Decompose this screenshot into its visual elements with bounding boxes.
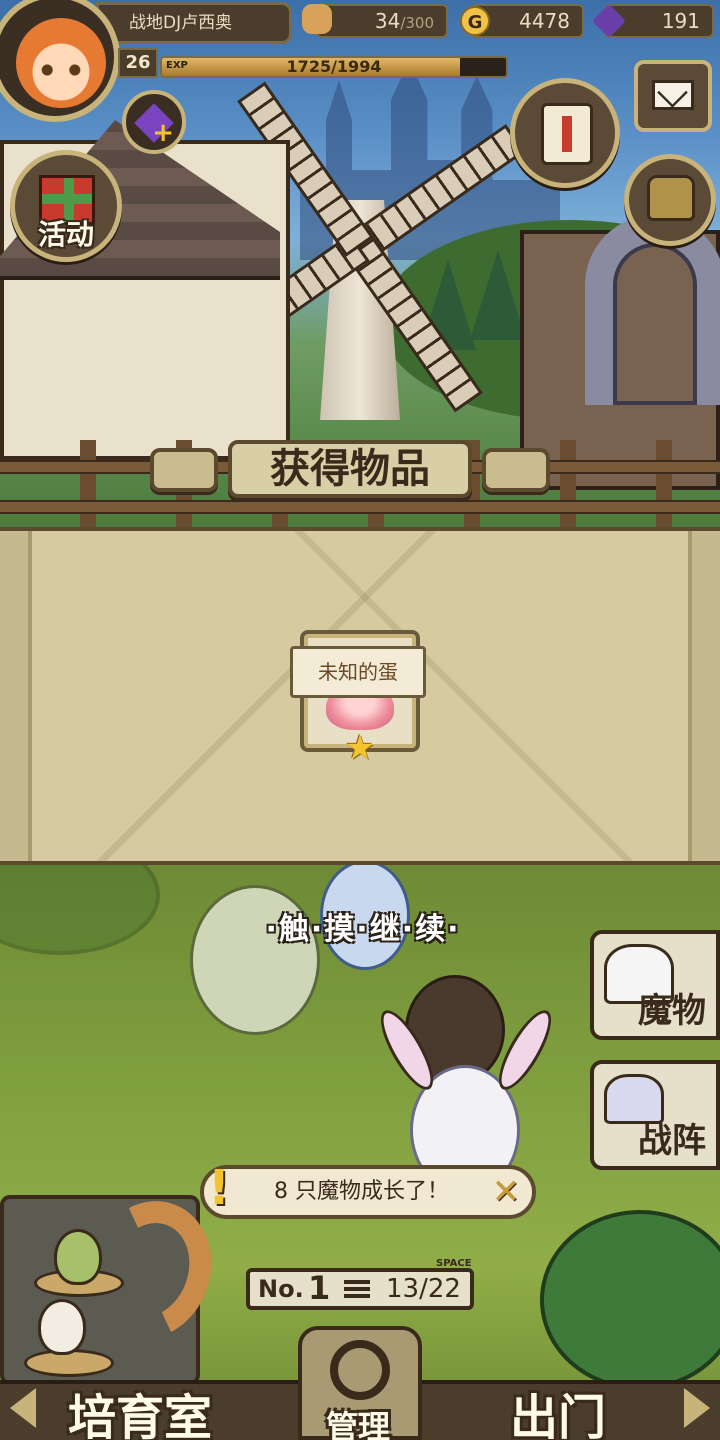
banner-left-ornament [150,448,218,492]
alert-icon: ! [208,1160,230,1216]
pine-tree [470,250,526,340]
gem-value: 191 [661,9,700,33]
plus-icon: + [152,118,174,148]
player-level: 26 [118,48,158,78]
manage-label: 管理 [326,1408,391,1440]
bag-button[interactable] [624,154,716,246]
pen-selector[interactable]: No. 1 13/22 SPACE [246,1258,474,1310]
star-icon: ★ [344,728,376,768]
close-icon[interactable]: ✕ [488,1174,524,1210]
mail-icon [652,80,694,110]
player-name-plate[interactable]: 战地DJ卢西奥 [96,2,292,44]
right-arrow-icon [684,1388,710,1428]
pen-capacity: 13/22 [386,1274,461,1304]
gold-coin-icon: G [460,6,490,36]
event-label: 活动 [37,218,94,251]
stamina-counter[interactable]: 34/300 [316,4,448,38]
item-name-tooltip: 未知的蛋 [290,646,426,698]
space-label: SPACE [436,1258,472,1269]
left-arrow-icon [10,1388,36,1428]
menu-icon [344,1280,370,1298]
formation-label: 战阵 [638,1121,706,1161]
quest-button[interactable] [510,78,620,188]
scroll-icon [541,103,593,165]
avatar-face [16,18,106,108]
formation-button[interactable]: 战阵 [590,1060,720,1170]
key-icon [330,1340,390,1400]
manage-button[interactable]: 管理 [298,1326,422,1440]
banner-right-ornament [482,448,550,492]
gold-value: 4478 [519,9,570,33]
monster-button[interactable]: 魔物 [590,930,720,1040]
monster-label: 魔物 [638,991,706,1031]
exp-bar: EXP 1725/1994 [160,56,508,78]
swirl-egg [38,1299,86,1355]
go-out-button[interactable]: 出门 [510,1378,606,1440]
horseshoe-sign [585,215,720,405]
mail-button[interactable] [634,60,712,132]
touch-to-continue[interactable]: ·触·摸·继·续· [208,904,518,947]
gold-coin-letter: G [467,12,483,33]
pen-number: 1 [308,1269,331,1307]
reward-title: 获得物品 [228,440,472,498]
notification-text: 8 只魔物成长了！ [274,1179,449,1204]
bush [0,865,160,955]
nursery-button[interactable]: 培育室 [68,1378,212,1440]
exp-value: 1725/1994 [286,57,382,76]
bread-icon [302,4,332,34]
growth-notification[interactable]: 8 只魔物成长了！ [200,1165,536,1219]
gem-plus-button[interactable]: + [122,90,186,154]
player-name: 战地DJ卢西奥 [129,13,233,33]
bag-icon [647,175,695,221]
pen-no-label: No. [258,1275,304,1303]
event-button[interactable]: 活动 [10,150,122,262]
stamina-max: /300 [400,14,434,32]
stamina-value: 34 [374,9,401,33]
